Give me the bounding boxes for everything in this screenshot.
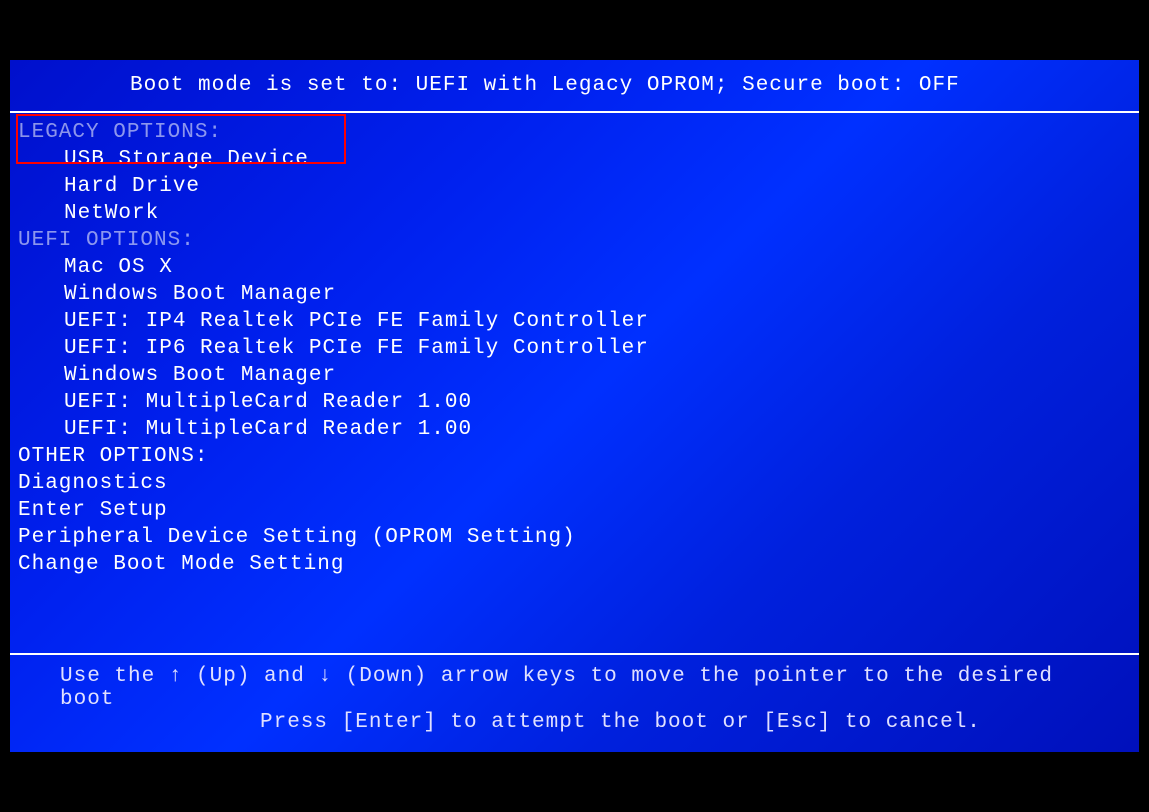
other-option-peripheral-device-setting[interactable]: Peripheral Device Setting (OPROM Setting… <box>10 524 1139 551</box>
other-options-header: OTHER OPTIONS: <box>10 443 1139 470</box>
footer-instructions: Use the ↑ (Up) and ↓ (Down) arrow keys t… <box>10 653 1139 752</box>
footer-line-1: Use the ↑ (Up) and ↓ (Down) arrow keys t… <box>40 665 1109 711</box>
up-arrow-icon: ↑ (Up) <box>169 665 251 688</box>
other-option-diagnostics[interactable]: Diagnostics <box>10 470 1139 497</box>
boot-option-usb-storage[interactable]: USB Storage Device <box>10 146 1139 173</box>
boot-option-uefi-multiplecard-2[interactable]: UEFI: MultipleCard Reader 1.00 <box>10 416 1139 443</box>
legacy-options-header: LEGACY OPTIONS: <box>10 119 1139 146</box>
footer-line-2: Press [Enter] to attempt the boot or [Es… <box>40 711 1109 734</box>
boot-option-network[interactable]: NetWork <box>10 200 1139 227</box>
boot-option-uefi-multiplecard-1[interactable]: UEFI: MultipleCard Reader 1.00 <box>10 389 1139 416</box>
other-option-enter-setup[interactable]: Enter Setup <box>10 497 1139 524</box>
down-arrow-icon: ↓ (Down) <box>318 665 427 688</box>
uefi-options-header: UEFI OPTIONS: <box>10 227 1139 254</box>
boot-option-uefi-ip6-realtek[interactable]: UEFI: IP6 Realtek PCIe FE Family Control… <box>10 335 1139 362</box>
footer-prefix: Use the <box>60 665 169 688</box>
boot-option-macosx[interactable]: Mac OS X <box>10 254 1139 281</box>
boot-mode-status: Boot mode is set to: UEFI with Legacy OP… <box>10 60 1139 113</box>
header-text: Boot mode is set to: UEFI with Legacy OP… <box>130 74 960 97</box>
bios-boot-menu: Boot mode is set to: UEFI with Legacy OP… <box>10 60 1139 752</box>
boot-option-windows-boot-manager-1[interactable]: Windows Boot Manager <box>10 281 1139 308</box>
footer-mid: and <box>250 665 318 688</box>
boot-option-uefi-ip4-realtek[interactable]: UEFI: IP4 Realtek PCIe FE Family Control… <box>10 308 1139 335</box>
boot-option-windows-boot-manager-2[interactable]: Windows Boot Manager <box>10 362 1139 389</box>
boot-option-hard-drive[interactable]: Hard Drive <box>10 173 1139 200</box>
other-option-change-boot-mode[interactable]: Change Boot Mode Setting <box>10 551 1139 578</box>
boot-options-body: LEGACY OPTIONS: USB Storage Device Hard … <box>10 113 1139 578</box>
